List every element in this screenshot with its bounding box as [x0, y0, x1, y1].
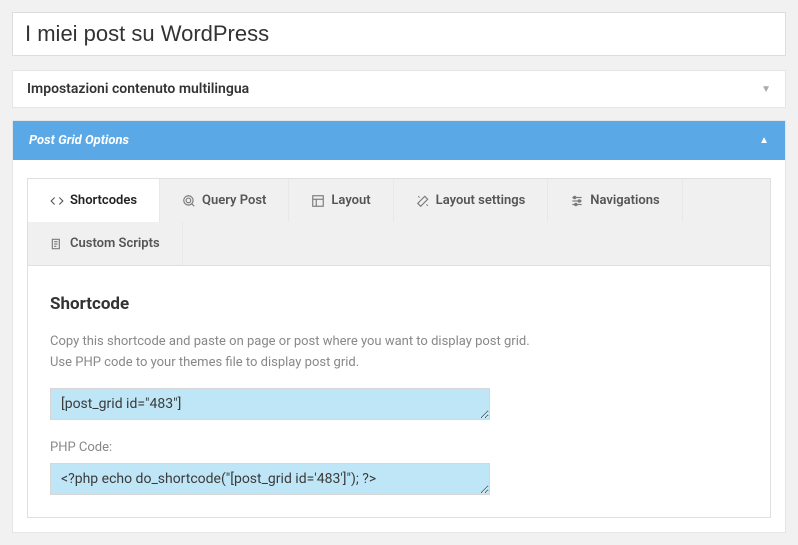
layout-icon	[311, 194, 325, 208]
wand-icon	[416, 194, 430, 208]
desc-line-2: Use PHP code to your themes file to disp…	[50, 355, 359, 370]
tab-layout-settings-label: Layout settings	[436, 193, 526, 208]
tabs: Shortcodes Query Post Layout Layout sett…	[27, 178, 771, 266]
sliders-icon	[570, 194, 584, 208]
code-icon	[50, 194, 64, 208]
tab-content-shortcodes: Shortcode Copy this shortcode and paste …	[27, 266, 771, 518]
script-icon	[50, 237, 64, 251]
tab-navigations-label: Navigations	[590, 193, 659, 208]
tab-layout-label: Layout	[331, 193, 370, 208]
multilingual-metabox-header[interactable]: Impostazioni contenuto multilingua ▼	[13, 71, 785, 107]
shortcode-heading: Shortcode	[50, 294, 748, 314]
tab-query-post[interactable]: Query Post	[160, 179, 289, 222]
tab-custom-scripts-label: Custom Scripts	[70, 236, 160, 251]
chevron-down-icon: ▼	[761, 84, 771, 95]
chevron-up-icon: ▲	[759, 135, 769, 146]
tab-navigations[interactable]: Navigations	[548, 179, 682, 222]
tab-shortcodes[interactable]: Shortcodes	[28, 179, 160, 222]
post-grid-options-body: Shortcodes Query Post Layout Layout sett…	[13, 160, 785, 532]
shortcode-field[interactable]	[50, 388, 490, 420]
tab-custom-scripts[interactable]: Custom Scripts	[28, 222, 183, 265]
post-grid-options-header[interactable]: Post Grid Options ▲	[13, 121, 785, 160]
tab-layout-settings[interactable]: Layout settings	[394, 179, 549, 222]
tab-shortcodes-label: Shortcodes	[70, 193, 137, 208]
shortcode-description: Copy this shortcode and paste on page or…	[50, 332, 748, 374]
multilingual-metabox: Impostazioni contenuto multilingua ▼	[12, 70, 786, 108]
desc-line-1: Copy this shortcode and paste on page or…	[50, 334, 530, 349]
database-icon	[182, 194, 196, 208]
post-grid-options-panel: Post Grid Options ▲ Shortcodes Query Pos…	[12, 120, 786, 533]
multilingual-metabox-title: Impostazioni contenuto multilingua	[27, 81, 249, 97]
php-code-field[interactable]	[50, 463, 490, 495]
php-code-label: PHP Code:	[50, 440, 748, 455]
post-title-input[interactable]	[12, 12, 786, 56]
tab-layout[interactable]: Layout	[289, 179, 393, 222]
post-grid-options-title: Post Grid Options	[29, 133, 129, 148]
tab-query-post-label: Query Post	[202, 193, 266, 208]
